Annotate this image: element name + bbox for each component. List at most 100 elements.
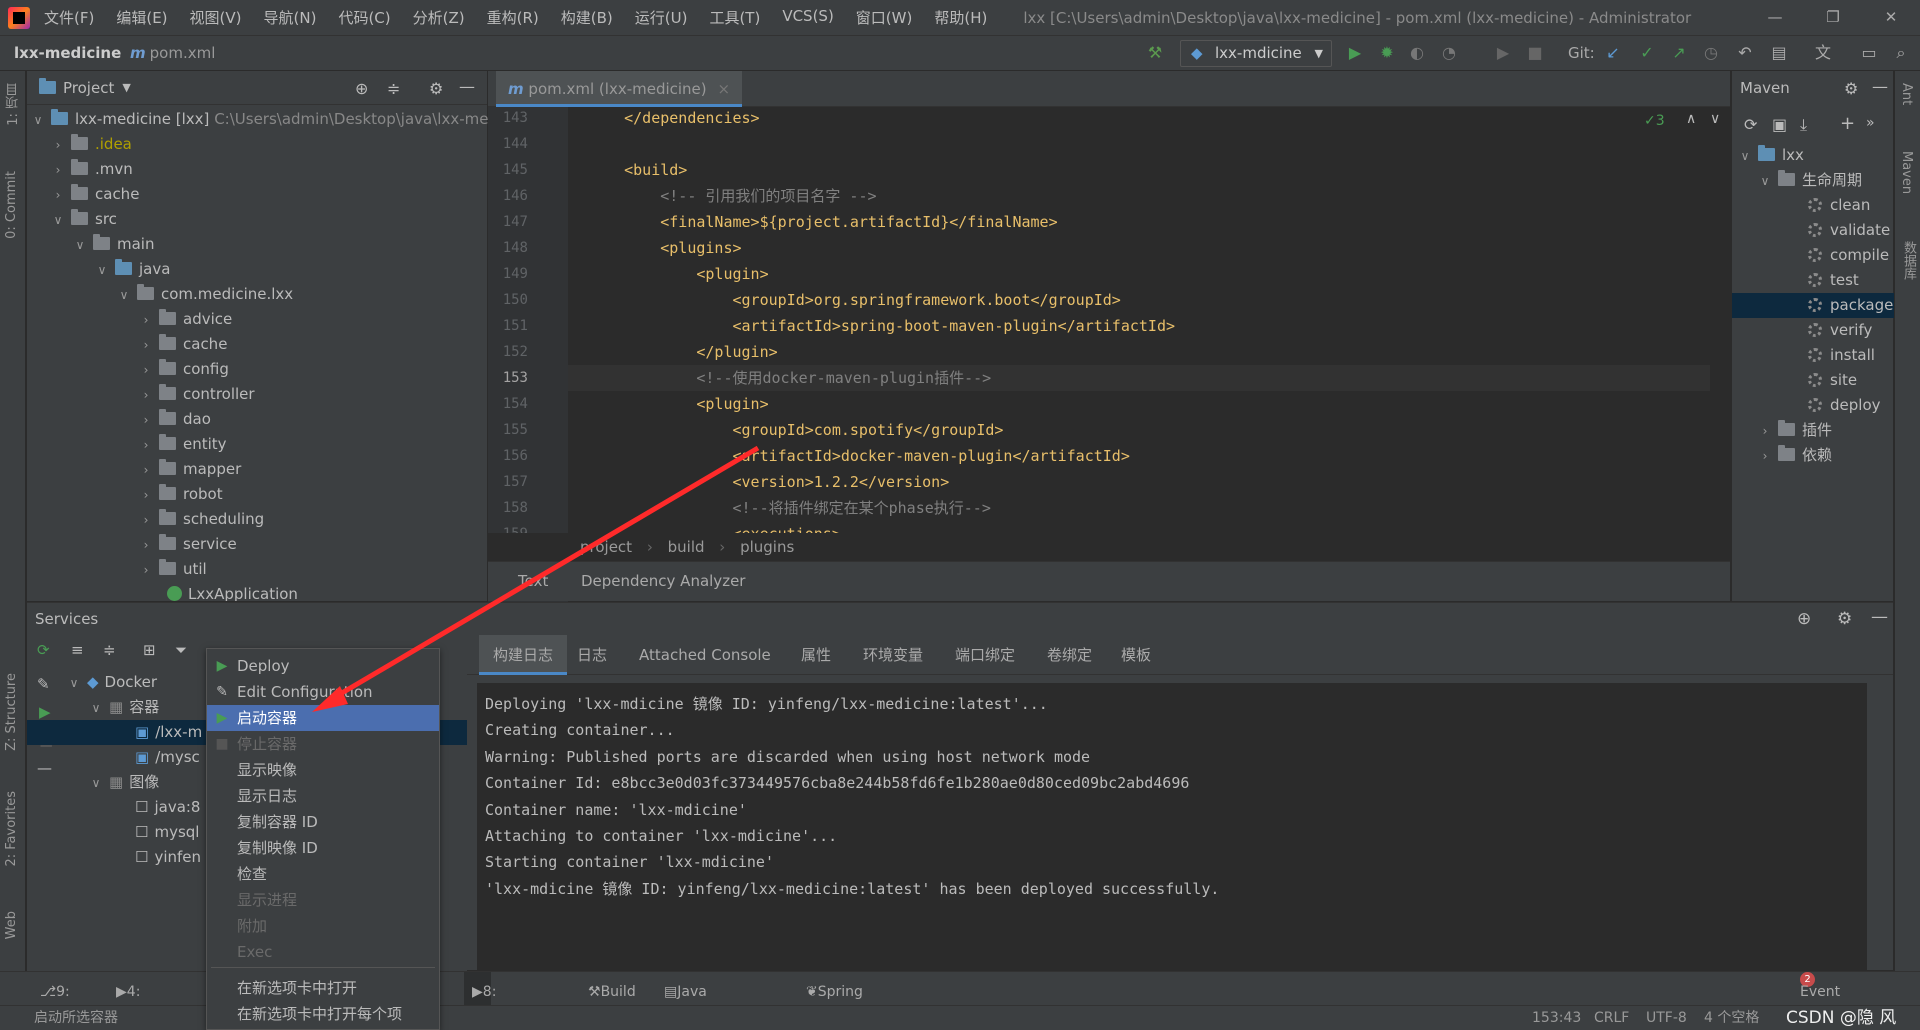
tab-port-bindings[interactable]: 端口绑定 <box>955 635 1015 675</box>
menu-vcs[interactable]: VCS(S) <box>782 7 833 28</box>
settings-gear-icon[interactable]: ⚙ <box>1844 79 1858 98</box>
tree-item-entity[interactable]: › entity <box>139 432 227 457</box>
nav-project[interactable]: lxx-medicine <box>14 44 121 62</box>
tool-web[interactable]: Web <box>4 911 19 939</box>
tab-environment[interactable]: 环境变量 <box>863 635 923 675</box>
build-log-output[interactable]: Deploying 'lxx-mdicine 镜像 ID: yinfeng/lx… <box>477 683 1867 971</box>
svc-image-java[interactable]: ☐ java:8 <box>135 795 200 820</box>
menu-item-0[interactable]: ▶ Deploy <box>207 653 439 679</box>
run-icon[interactable]: ▶ <box>39 703 51 721</box>
tree-item-controller[interactable]: › controller <box>139 382 255 407</box>
remove-icon[interactable]: — <box>37 759 52 777</box>
menu-file[interactable]: 文件(F) <box>44 7 94 28</box>
svc-docker[interactable]: ∨ ◆ Docker <box>67 670 157 695</box>
more-icon[interactable]: » <box>1866 115 1875 131</box>
menu-code[interactable]: 代码(C) <box>338 7 390 28</box>
tree-item-idea[interactable]: › .idea <box>51 132 132 157</box>
tree-item-advice[interactable]: › advice <box>139 307 232 332</box>
tab-log[interactable]: 日志 <box>577 635 607 675</box>
tree-item-src[interactable]: ∨ src <box>51 207 117 232</box>
filter-icon[interactable]: ⏷ <box>175 641 187 659</box>
tree-item-java[interactable]: ∨ java <box>95 257 170 282</box>
refresh-icon[interactable]: ⟳ <box>37 641 50 659</box>
git-push-icon[interactable]: ↗ <box>1670 44 1688 62</box>
stop-icon[interactable]: ■ <box>1526 44 1544 62</box>
tool-favorites[interactable]: 2: Favorites <box>4 791 19 867</box>
add-service-icon[interactable]: ⊕ <box>1797 609 1811 629</box>
menu-view[interactable]: 视图(V) <box>190 7 242 28</box>
maven-goal-verify[interactable]: verify <box>1808 318 1872 343</box>
git-commit-icon[interactable]: ✓ <box>1638 44 1656 62</box>
tab-volume-bindings[interactable]: 卷绑定 <box>1047 635 1092 675</box>
tab-properties[interactable]: 属性 <box>801 635 831 675</box>
debug-icon[interactable]: ✹ <box>1378 44 1396 62</box>
file-encoding[interactable]: UTF-8 <box>1646 1006 1687 1030</box>
menu-item-2[interactable]: ▶ 启动容器 <box>207 705 439 731</box>
menu-edit[interactable]: 编辑(E) <box>116 7 167 28</box>
menu-item-5[interactable]: 显示日志 <box>207 783 439 809</box>
tree-item-application[interactable]: LxxApplication <box>167 582 298 601</box>
group-by-icon[interactable]: ⊞ <box>143 641 156 659</box>
tree-item-dao[interactable]: › dao <box>139 407 211 432</box>
tree-item-service[interactable]: › service <box>139 532 237 557</box>
menu-window[interactable]: 窗口(W) <box>856 7 913 28</box>
maven-goal-clean[interactable]: clean <box>1808 193 1870 218</box>
menu-navigate[interactable]: 导航(N) <box>264 7 317 28</box>
line-separator[interactable]: CRLF <box>1594 1006 1629 1030</box>
menu-analyze[interactable]: 分析(Z) <box>413 7 465 28</box>
svc-image-yinfeng[interactable]: ☐ yinfen <box>135 845 201 870</box>
tree-item-mapper[interactable]: › mapper <box>139 457 241 482</box>
prev-highlight-icon[interactable]: ∧ <box>1686 111 1696 127</box>
maven-goal-compile[interactable]: compile <box>1808 243 1889 268</box>
collapse-all-icon[interactable]: ≑ <box>387 79 400 98</box>
maven-goal-test[interactable]: test <box>1808 268 1859 293</box>
tree-item-package[interactable]: ∨ com.medicine.lxx <box>117 282 293 307</box>
close-icon[interactable]: ✕ <box>1862 0 1920 35</box>
project-structure-icon[interactable]: ▤ <box>1770 44 1788 62</box>
maven-goal-site[interactable]: site <box>1808 368 1857 393</box>
menu-help[interactable]: 帮助(H) <box>934 7 987 28</box>
build-hammer-icon[interactable]: ⚒ <box>1146 44 1164 62</box>
attach-icon[interactable]: ▶ <box>1494 44 1512 62</box>
edit-icon[interactable]: ✎ <box>37 675 50 693</box>
tree-root[interactable]: ∨ lxx-medicine [lxx] C:\Users\admin\Deskt… <box>31 107 488 132</box>
maven-goal-install[interactable]: install <box>1808 343 1875 368</box>
menu-item-12[interactable]: 在新选项卡中打开 <box>207 975 439 1001</box>
tool-project[interactable]: 1: 项目 <box>4 83 23 126</box>
breadcrumb-plugins[interactable]: plugins <box>740 538 794 556</box>
hide-panel-icon[interactable]: — <box>459 77 475 96</box>
reload-icon[interactable]: ⟳ <box>1744 115 1757 134</box>
tool-ant[interactable]: Ant <box>1899 83 1914 105</box>
menu-item-8[interactable]: 检查 <box>207 861 439 887</box>
nav-file[interactable]: m pom.xml <box>130 44 215 62</box>
rollback-icon[interactable]: ↶ <box>1736 44 1754 62</box>
tool-structure[interactable]: Z: Structure <box>4 673 19 751</box>
chevron-down-icon[interactable]: ▼ <box>122 81 130 94</box>
tree-item-util[interactable]: › util <box>139 557 207 582</box>
menu-tools[interactable]: 工具(T) <box>709 7 760 28</box>
maven-goal-validate[interactable]: validate <box>1808 218 1890 243</box>
tree-item-main[interactable]: ∨ main <box>73 232 154 257</box>
breadcrumb-build[interactable]: build <box>668 538 705 556</box>
tab-attached-console[interactable]: Attached Console <box>639 635 771 675</box>
menu-item-7[interactable]: 复制映像 ID <box>207 835 439 861</box>
git-history-icon[interactable]: ◷ <box>1702 44 1720 62</box>
menu-item-13[interactable]: 在新选项卡中打开每个项 <box>207 1001 439 1027</box>
tree-item-mvn[interactable]: › .mvn <box>51 157 133 182</box>
tab-build-log[interactable]: 构建日志 <box>479 635 568 675</box>
tab-pom-xml[interactable]: m pom.xml (lxx-medicine) × <box>496 71 743 107</box>
menu-refactor[interactable]: 重构(R) <box>487 7 539 28</box>
hide-panel-icon[interactable]: — <box>1871 607 1888 627</box>
maven-plugins[interactable]: › 插件 <box>1758 418 1832 443</box>
menu-item-4[interactable]: 显示映像 <box>207 757 439 783</box>
tool-maven[interactable]: Maven <box>1899 151 1914 194</box>
tree-item-config[interactable]: › config <box>139 357 229 382</box>
presentation-icon[interactable]: ▭ <box>1860 44 1878 62</box>
maven-lifecycle[interactable]: ∨ 生命周期 <box>1758 168 1862 193</box>
expand-all-icon[interactable]: ≡ <box>71 641 84 659</box>
breadcrumb-project[interactable]: project <box>580 538 632 556</box>
menu-build[interactable]: 构建(B) <box>561 7 613 28</box>
maven-goal-package[interactable]: package <box>1732 293 1894 318</box>
project-panel-title[interactable]: Project <box>63 79 114 97</box>
run-icon[interactable]: ▶ <box>1346 44 1364 62</box>
